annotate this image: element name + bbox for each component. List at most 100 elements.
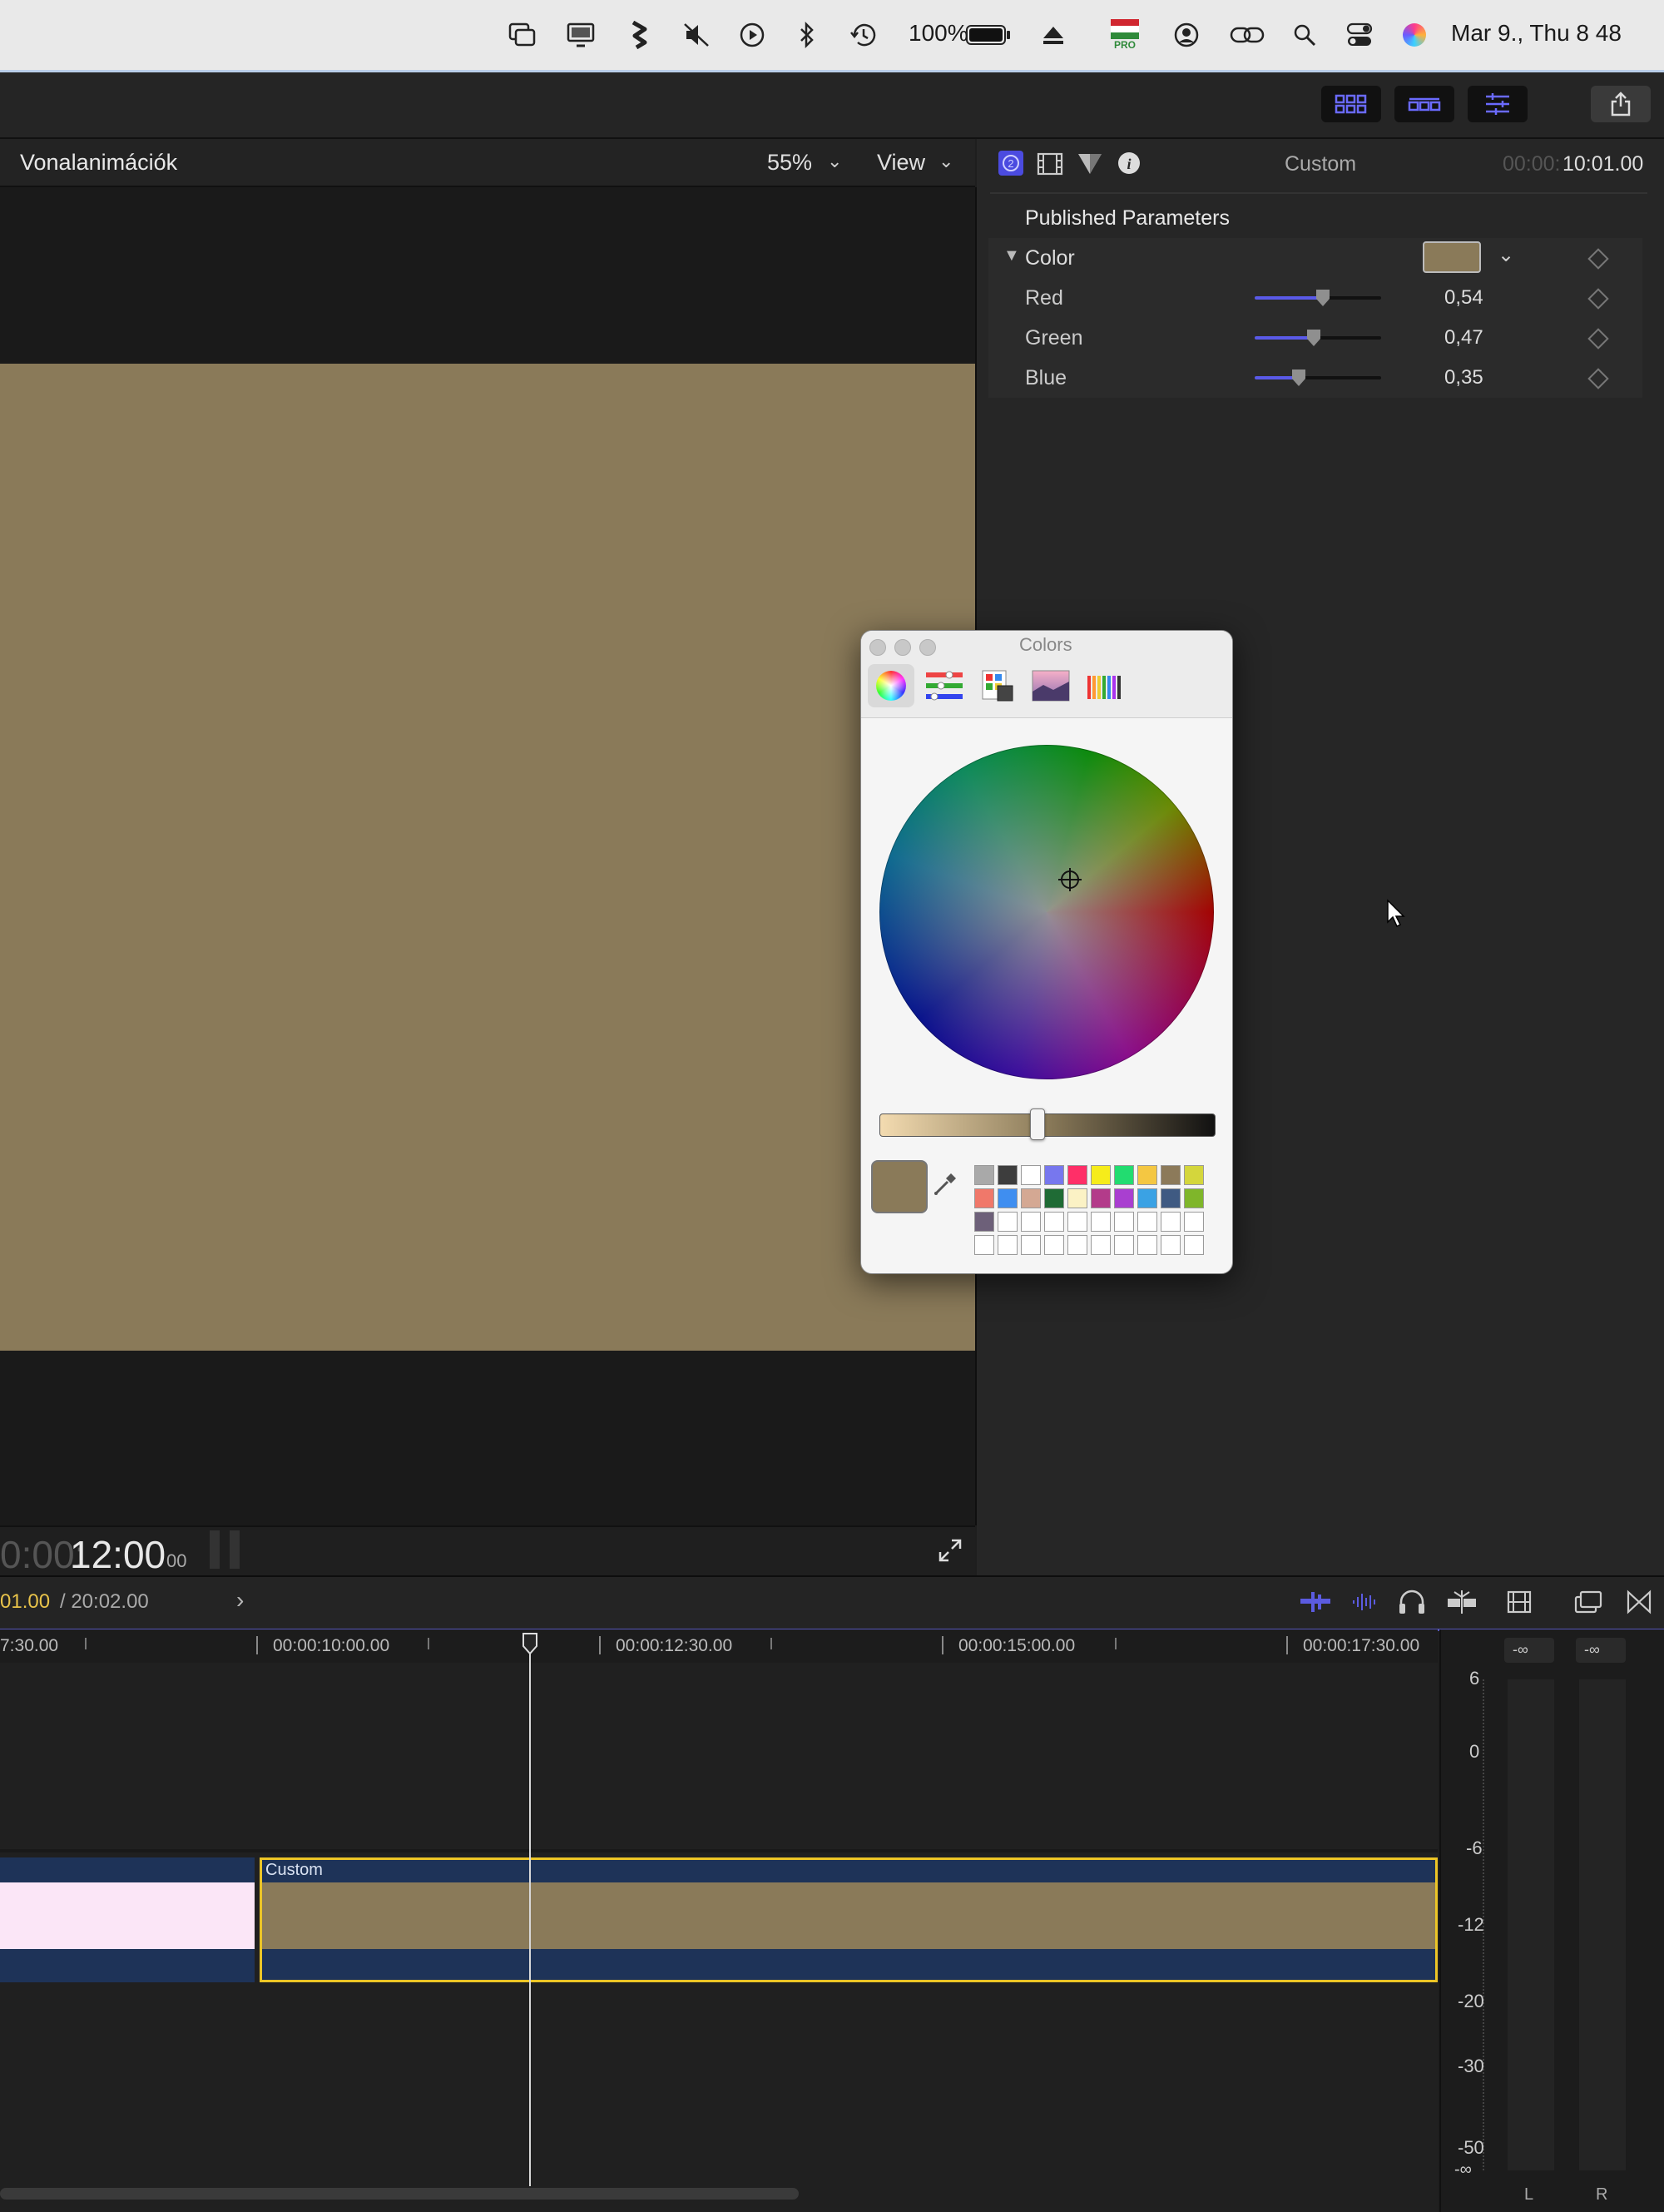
color-swatch[interactable] — [1021, 1165, 1041, 1185]
color-swatch[interactable] — [1114, 1188, 1134, 1208]
browser-toggle-button[interactable] — [1321, 86, 1381, 122]
input-source-flag-icon[interactable]: PRO — [1107, 17, 1143, 53]
solo-headphones-icon[interactable] — [1398, 1589, 1426, 1615]
user-account-icon[interactable] — [1170, 18, 1203, 52]
zoom-dropdown[interactable]: 55% — [767, 150, 812, 176]
color-swatch[interactable] — [1161, 1188, 1181, 1208]
zoom-button[interactable] — [919, 639, 936, 656]
empty-swatch[interactable] — [1161, 1212, 1181, 1232]
color-swatch[interactable] — [1044, 1165, 1064, 1185]
empty-swatch[interactable] — [1091, 1212, 1111, 1232]
playhead[interactable] — [529, 1634, 531, 2186]
current-color-well[interactable] — [871, 1160, 928, 1213]
display-icon[interactable] — [564, 18, 597, 52]
empty-swatch[interactable] — [1067, 1212, 1087, 1232]
color-picker-crosshair-icon[interactable] — [1057, 867, 1082, 892]
color-well[interactable] — [1423, 241, 1481, 273]
control-center-icon[interactable] — [1343, 18, 1376, 52]
keyframe-diamond-icon[interactable] — [1587, 328, 1609, 350]
keyframe-diamond-icon[interactable] — [1587, 288, 1609, 310]
parameter-slider-knob[interactable] — [1316, 290, 1330, 306]
empty-swatch[interactable] — [1137, 1212, 1157, 1232]
color-wheel-tab[interactable] — [868, 664, 914, 707]
timeline-toggle-button[interactable] — [1394, 86, 1454, 122]
color-swatch[interactable] — [1021, 1188, 1041, 1208]
color-well-chevron-icon[interactable]: ⌄ — [1498, 243, 1514, 267]
view-chevron-icon[interactable]: ⌄ — [938, 151, 953, 172]
minimize-button[interactable] — [894, 639, 911, 656]
play-icon[interactable] — [735, 18, 769, 52]
brightness-slider-knob[interactable] — [1030, 1108, 1045, 1140]
color-swatch[interactable] — [1137, 1165, 1157, 1185]
parameter-slider-knob[interactable] — [1307, 330, 1320, 346]
eject-icon[interactable] — [1037, 18, 1070, 52]
bluetooth-icon[interactable] — [790, 18, 824, 52]
clip-appearance-icon[interactable] — [1506, 1589, 1533, 1615]
generator-inspector-tab[interactable]: 2 — [998, 151, 1023, 176]
previous-clip[interactable] — [0, 1857, 255, 1982]
empty-swatch[interactable] — [1021, 1235, 1041, 1255]
keyframe-diamond-icon[interactable] — [1587, 248, 1609, 270]
menubar-clock[interactable]: Mar 9., Thu 8 48 — [1451, 20, 1622, 47]
empty-swatch[interactable] — [1067, 1235, 1087, 1255]
empty-swatch[interactable] — [1114, 1235, 1134, 1255]
time-machine-icon[interactable] — [847, 18, 880, 52]
color-inspector-tab[interactable] — [1077, 152, 1103, 176]
app-extension-icon[interactable] — [622, 18, 656, 52]
color-swatch[interactable] — [1114, 1165, 1134, 1185]
disclosure-triangle-icon[interactable]: ▼ — [1003, 246, 1020, 265]
empty-swatch[interactable] — [1184, 1212, 1204, 1232]
empty-swatch[interactable] — [1137, 1235, 1157, 1255]
eyedropper-icon[interactable] — [931, 1170, 959, 1198]
color-swatch[interactable] — [1184, 1188, 1204, 1208]
fullscreen-icon[interactable] — [937, 1537, 963, 1564]
color-swatch[interactable] — [974, 1188, 994, 1208]
battery-icon[interactable] — [965, 18, 1012, 52]
audio-skimming-icon[interactable] — [1351, 1590, 1379, 1614]
color-palettes-tab[interactable] — [974, 664, 1021, 707]
effects-browser-icon[interactable] — [1574, 1589, 1602, 1615]
color-wheel[interactable] — [879, 745, 1214, 1079]
zoom-chevron-icon[interactable]: ⌄ — [827, 151, 842, 172]
image-palettes-tab[interactable] — [1028, 664, 1074, 707]
empty-swatch[interactable] — [1161, 1235, 1181, 1255]
empty-swatch[interactable] — [974, 1235, 994, 1255]
color-swatch[interactable] — [998, 1188, 1018, 1208]
empty-swatch[interactable] — [1044, 1235, 1064, 1255]
video-inspector-tab[interactable] — [1037, 152, 1063, 176]
empty-swatch[interactable] — [998, 1212, 1018, 1232]
close-button[interactable] — [869, 639, 886, 656]
timeline-scrollbar[interactable] — [0, 2188, 799, 2200]
empty-swatch[interactable] — [998, 1235, 1018, 1255]
parameter-value[interactable]: 0,54 — [1444, 286, 1483, 310]
mute-icon[interactable] — [681, 18, 714, 52]
empty-swatch[interactable] — [1044, 1212, 1064, 1232]
timecode-main[interactable]: 12:00 — [70, 1532, 166, 1577]
color-sliders-tab[interactable] — [921, 664, 968, 707]
color-swatch[interactable] — [1067, 1188, 1087, 1208]
color-swatch[interactable] — [1137, 1188, 1157, 1208]
empty-swatch[interactable] — [1021, 1212, 1041, 1232]
viewer-canvas[interactable] — [0, 364, 975, 1351]
color-swatch[interactable] — [1091, 1165, 1111, 1185]
color-swatch[interactable] — [998, 1165, 1018, 1185]
color-swatch[interactable] — [1044, 1188, 1064, 1208]
screen-mirroring-icon[interactable] — [1228, 18, 1268, 52]
siri-icon[interactable] — [1398, 18, 1431, 52]
playhead-handle-icon[interactable] — [522, 1633, 537, 1655]
parameter-value[interactable]: 0,47 — [1444, 326, 1483, 350]
color-swatch[interactable] — [1184, 1165, 1204, 1185]
empty-swatch[interactable] — [1091, 1235, 1111, 1255]
keyframe-diamond-icon[interactable] — [1587, 368, 1609, 389]
spotlight-search-icon[interactable] — [1288, 18, 1321, 52]
inspector-toggle-button[interactable] — [1468, 86, 1528, 122]
snapping-icon[interactable] — [1446, 1589, 1478, 1615]
color-swatch[interactable] — [974, 1212, 994, 1232]
view-dropdown[interactable]: View — [877, 150, 925, 176]
video-waveform-toggle-icon[interactable] — [1300, 1590, 1331, 1614]
timeline-ruler[interactable]: 7:30.00 00:00:10:00.00 00:00:12:30.00 00… — [0, 1629, 1438, 1663]
empty-swatch[interactable] — [1114, 1212, 1134, 1232]
transitions-browser-icon[interactable] — [1626, 1589, 1652, 1615]
empty-swatch[interactable] — [1184, 1235, 1204, 1255]
color-swatch[interactable] — [974, 1165, 994, 1185]
